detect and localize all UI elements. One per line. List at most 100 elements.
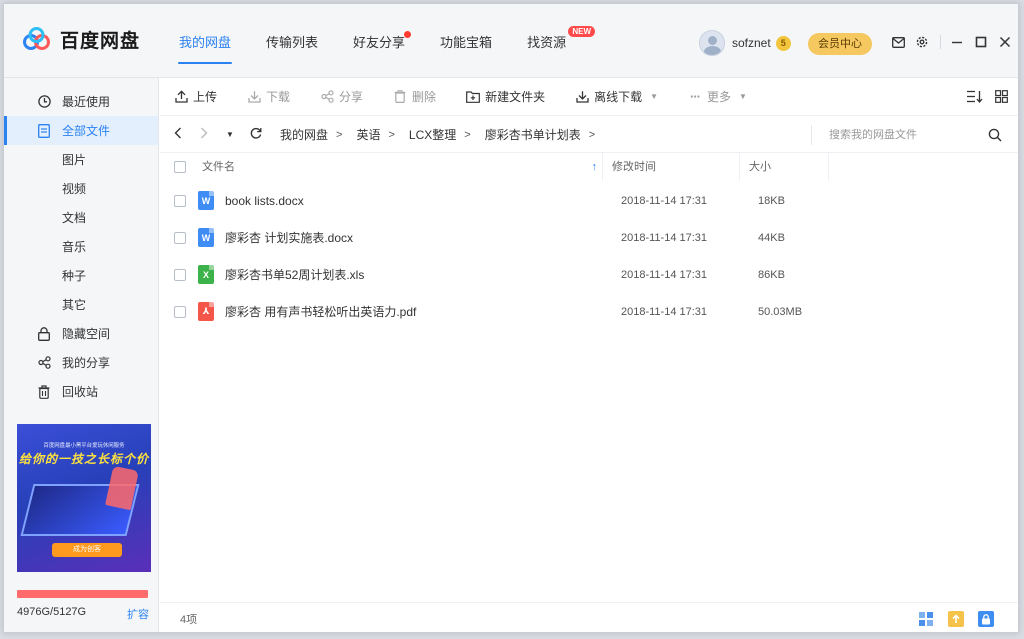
sidebar-item-label: 全部文件 [62, 124, 111, 138]
row-checkbox[interactable] [174, 231, 190, 244]
user-profile[interactable]: sofznet 5 [699, 30, 791, 56]
upload-button[interactable]: 上传 [174, 88, 217, 105]
maximize-icon[interactable] [973, 34, 989, 50]
nav-friend-share[interactable]: 好友分享 [344, 4, 414, 78]
status-bar: 4项 [160, 602, 1018, 632]
breadcrumb-item[interactable]: 英语 [356, 126, 380, 143]
sort-icon[interactable] [967, 90, 983, 106]
sidebar-item-images[interactable]: 图片 [4, 145, 158, 174]
button-label: 新建文件夹 [485, 90, 546, 104]
excel-file-icon: X [198, 265, 214, 284]
window-controls [890, 34, 1018, 50]
sidebar-item-recycle-bin[interactable]: 回收站 [4, 377, 158, 406]
nav-find-resources[interactable]: 找资源 NEW [518, 4, 596, 78]
download-icon [247, 90, 261, 104]
button-label: 删除 [412, 90, 437, 104]
sidebar-item-my-shares[interactable]: 我的分享 [4, 348, 158, 377]
table-row[interactable]: W 廖彩杏 计划实施表.docx 2018-11-14 17:31 44KB [160, 219, 1018, 256]
apps-icon[interactable] [918, 611, 934, 627]
sidebar-item-label: 种子 [62, 269, 87, 283]
sidebar-item-other[interactable]: 其它 [4, 290, 158, 319]
checkbox[interactable] [174, 161, 186, 173]
delete-button[interactable]: 删除 [393, 88, 436, 105]
logo[interactable]: 百度网盘 [22, 26, 140, 53]
search-icon[interactable] [988, 128, 1002, 142]
divider [940, 35, 941, 49]
file-icon-letter: W [201, 232, 211, 243]
breadcrumb-item[interactable]: 我的网盘 [280, 126, 328, 143]
nav-toolbox[interactable]: 功能宝箱 [431, 4, 501, 78]
table-row[interactable]: X 廖彩杏书单52周计划表.xls 2018-11-14 17:31 86KB [160, 256, 1018, 293]
breadcrumb-item-current[interactable]: 廖彩杏书单计划表 [485, 126, 581, 143]
lock-icon[interactable] [978, 611, 994, 627]
file-size: 18KB [758, 194, 785, 207]
sidebar-item-hidden-space[interactable]: 隐藏空间 [4, 319, 158, 348]
mail-icon[interactable] [890, 34, 906, 50]
expand-storage-link[interactable]: 扩容 [127, 606, 149, 622]
chevron-right-icon[interactable]: > [589, 129, 595, 141]
main-nav: 我的网盘 传输列表 好友分享 功能宝箱 找资源 NEW [170, 4, 596, 78]
column-header-date[interactable]: 修改时间 [603, 153, 740, 181]
sidebar-item-videos[interactable]: 视频 [4, 174, 158, 203]
back-icon[interactable] [170, 127, 186, 142]
more-icon: ··· [690, 89, 701, 104]
close-icon[interactable] [997, 34, 1013, 50]
chevron-down-icon: ▼ [739, 92, 747, 101]
nav-label: 传输列表 [266, 34, 319, 50]
notification-dot [404, 31, 412, 38]
main-panel: 上传 下载 分享 删除 新建文件夹 离线下载 ▼ ··· 更多 ▼ ▼ 我的网盘… [160, 78, 1018, 632]
file-name[interactable]: book lists.docx [225, 194, 612, 208]
avatar[interactable] [699, 30, 725, 56]
sidebar-item-all-files[interactable]: 全部文件 [4, 116, 158, 145]
share-button[interactable]: 分享 [320, 88, 363, 105]
toolbar: 上传 下载 分享 删除 新建文件夹 离线下载 ▼ ··· 更多 ▼ [160, 78, 1018, 116]
minimize-icon[interactable] [949, 34, 965, 50]
chevron-right-icon: > [464, 128, 471, 141]
top-bar: 百度网盘 我的网盘 传输列表 好友分享 功能宝箱 找资源 NEW sofznet … [4, 4, 1018, 78]
checkbox[interactable] [174, 194, 186, 207]
sidebar-item-documents[interactable]: 文档 [4, 203, 158, 232]
checkbox[interactable] [174, 305, 186, 318]
refresh-icon[interactable] [248, 127, 264, 142]
row-checkbox[interactable] [174, 268, 190, 281]
upload-arrow-icon[interactable] [948, 611, 964, 627]
nav-label: 好友分享 [353, 34, 406, 50]
file-name[interactable]: 廖彩杏 计划实施表.docx [225, 229, 612, 246]
sidebar-item-label: 其它 [62, 298, 87, 312]
row-checkbox[interactable] [174, 305, 190, 318]
table-row[interactable]: W book lists.docx 2018-11-14 17:31 18KB [160, 182, 1018, 219]
select-all-checkbox[interactable] [174, 161, 190, 173]
promo-cta-button[interactable]: 成为创客 [52, 543, 122, 557]
offline-download-button[interactable]: 离线下载 ▼ [575, 88, 658, 105]
forward-icon[interactable] [196, 127, 212, 142]
sidebar-item-music[interactable]: 音乐 [4, 232, 158, 261]
file-icon-letter: ⅄ [202, 306, 210, 316]
gear-icon[interactable] [914, 34, 930, 50]
download-button[interactable]: 下载 [247, 88, 290, 105]
row-checkbox[interactable] [174, 194, 190, 207]
history-dropdown-icon[interactable]: ▼ [222, 130, 238, 139]
checkbox[interactable] [174, 231, 186, 244]
button-label: 上传 [193, 90, 218, 104]
sidebar-item-recent[interactable]: 最近使用 [4, 87, 158, 116]
promo-banner[interactable]: 百度网盘最小黑平台爱玩休闲服务 给你的一技之长标个价 成为创客 [17, 424, 151, 572]
grid-view-icon[interactable] [995, 90, 1008, 106]
file-name[interactable]: 廖彩杏 用有声书轻松听出英语力.pdf [225, 303, 612, 320]
more-button[interactable]: ··· 更多 ▼ [688, 88, 747, 105]
breadcrumb-item[interactable]: LCX整理 [409, 126, 456, 143]
sidebar-item-torrents[interactable]: 种子 [4, 261, 158, 290]
file-date: 2018-11-14 17:31 [621, 305, 708, 318]
username[interactable]: sofznet [732, 36, 771, 50]
vip-center-button[interactable]: 会员中心 [808, 33, 872, 55]
button-label: 离线下载 [594, 90, 643, 104]
column-header-size[interactable]: 大小 [740, 153, 829, 181]
new-folder-button[interactable]: 新建文件夹 [466, 88, 545, 105]
table-row[interactable]: ⅄ 廖彩杏 用有声书轻松听出英语力.pdf 2018-11-14 17:31 5… [160, 293, 1018, 330]
column-header-name[interactable]: 文件名 ↑ [190, 153, 603, 181]
checkbox[interactable] [174, 268, 186, 281]
nav-transfer-list[interactable]: 传输列表 [257, 4, 327, 78]
nav-my-disk[interactable]: 我的网盘 [170, 4, 240, 78]
download-icon [575, 90, 589, 104]
file-name[interactable]: 廖彩杏书单52周计划表.xls [225, 266, 612, 283]
search-input[interactable] [829, 129, 979, 141]
